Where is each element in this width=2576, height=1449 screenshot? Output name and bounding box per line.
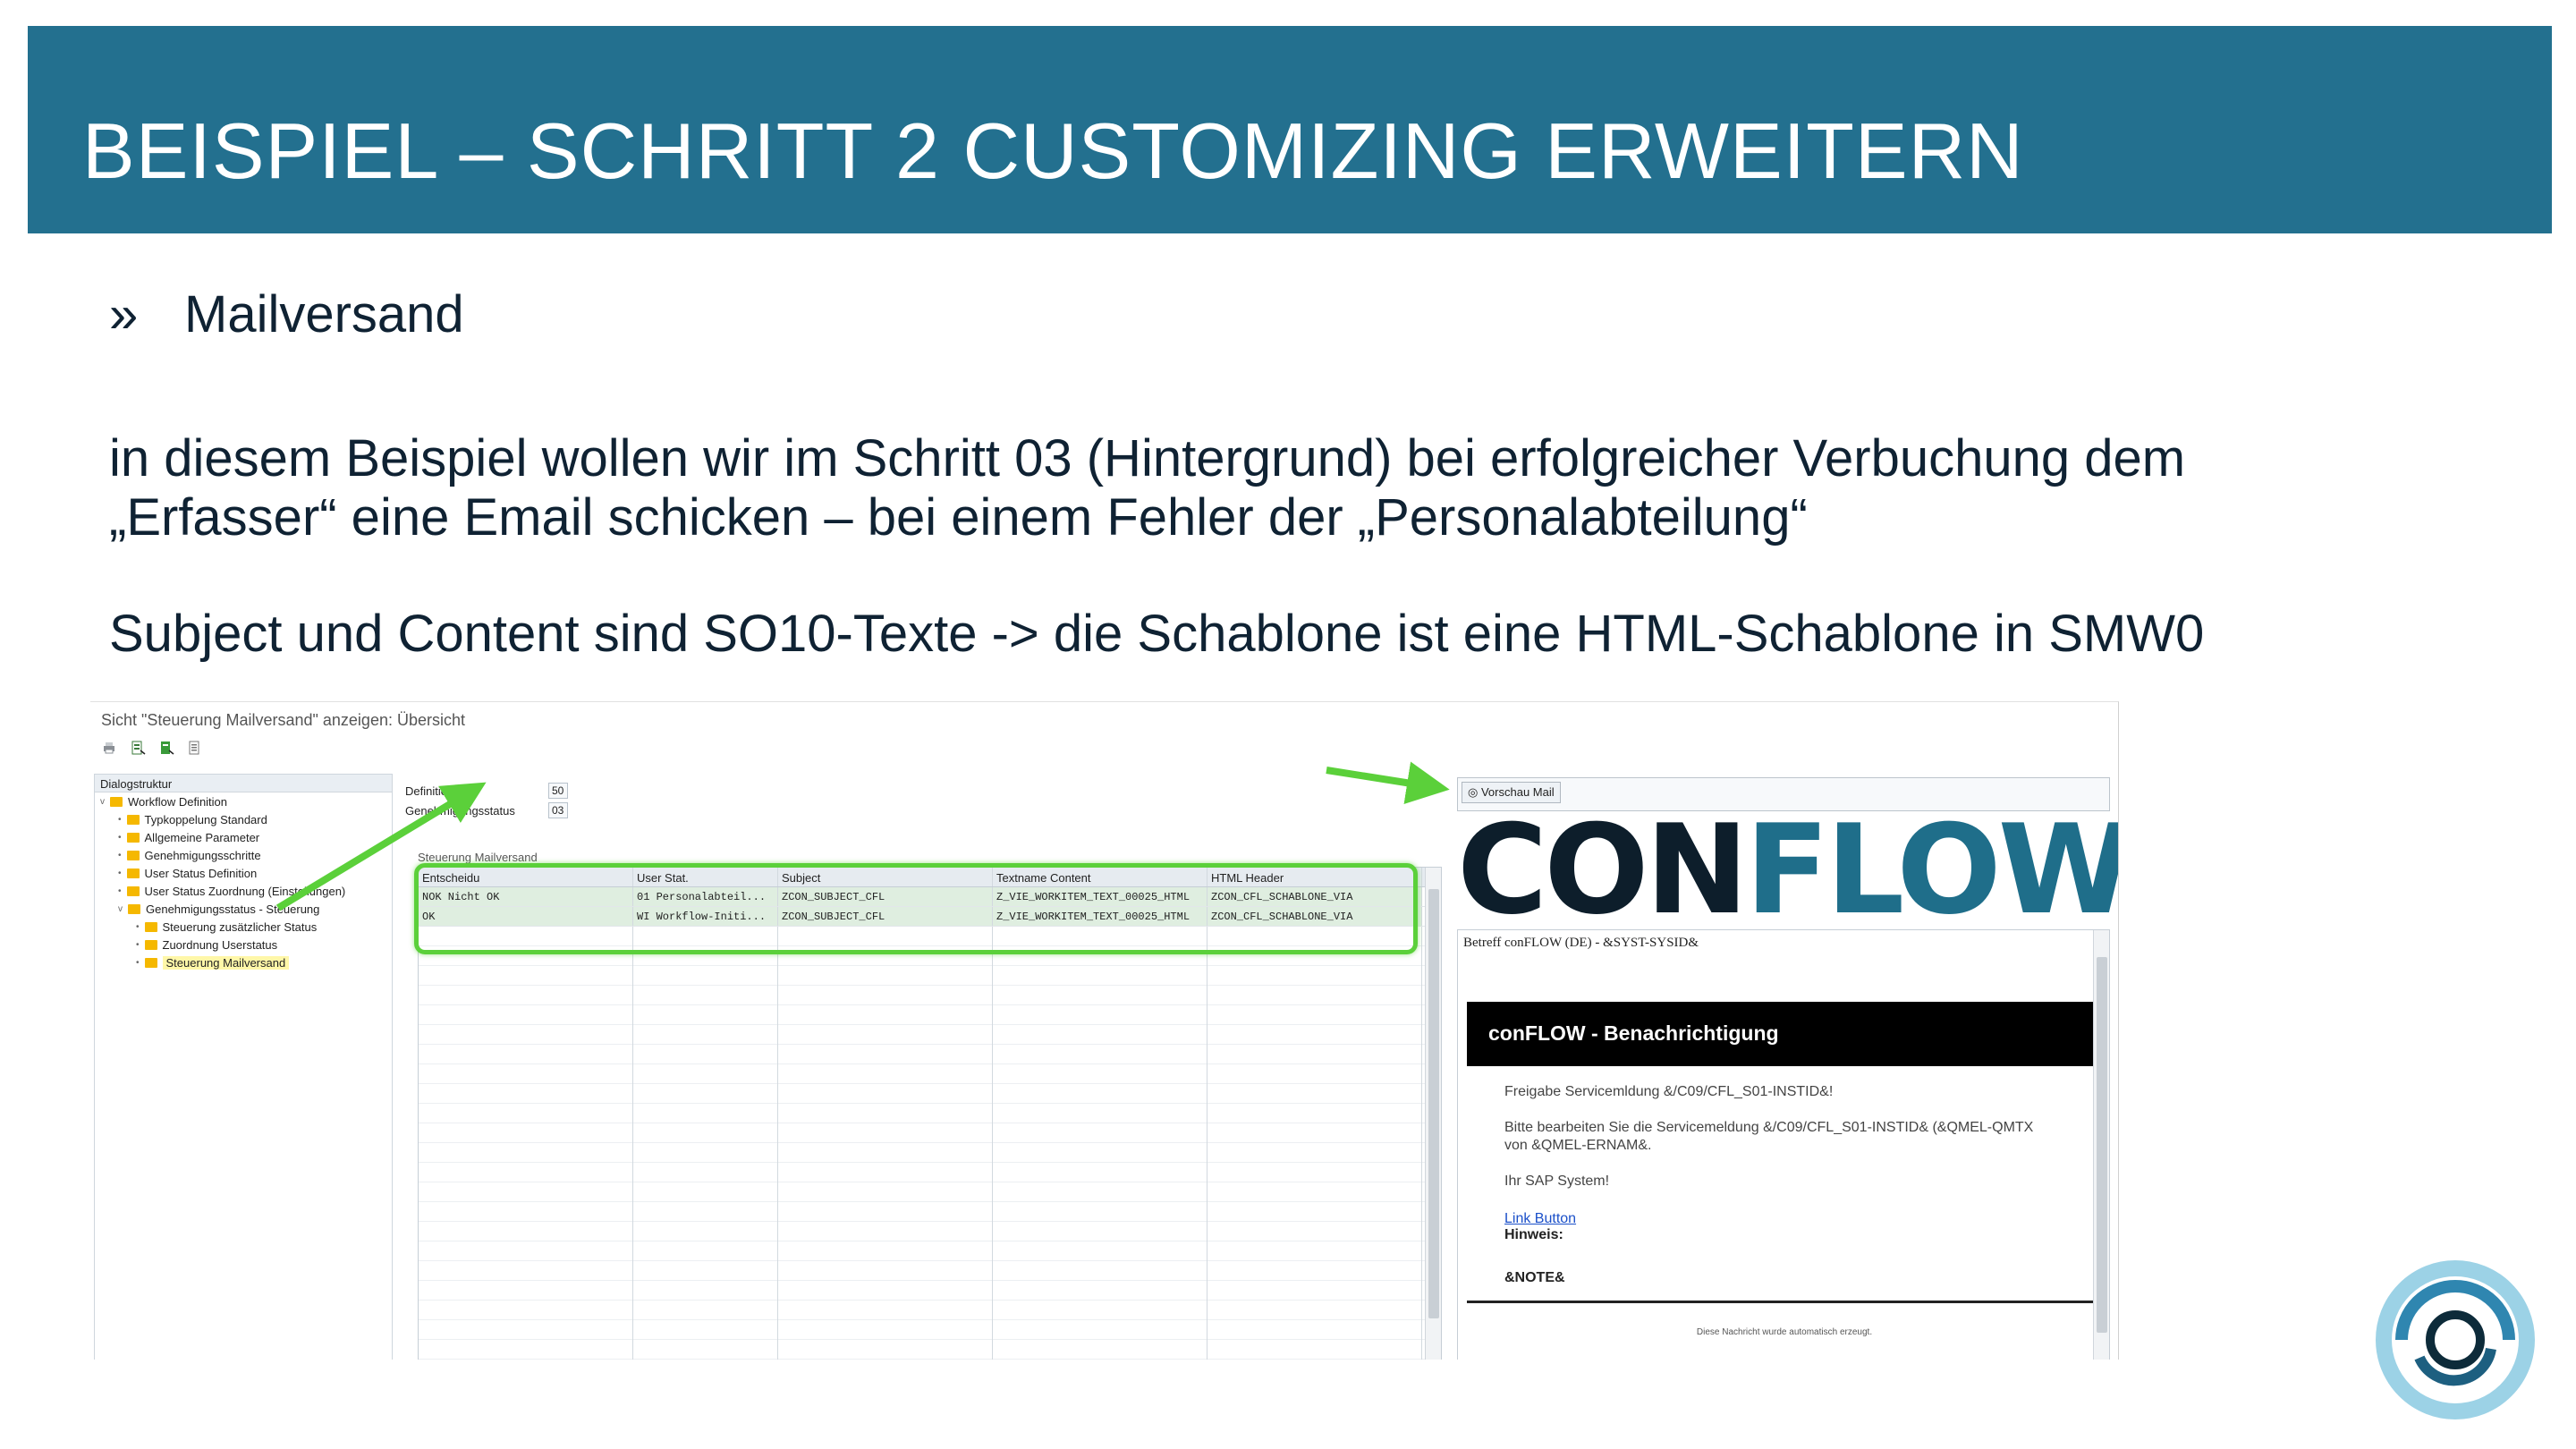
arrow-to-definition	[275, 782, 487, 911]
sap-screenshot: Sicht "Steuerung Mailversand" anzeigen: …	[90, 701, 2119, 1360]
arrow-to-preview	[1326, 761, 1450, 804]
paragraph-1-line-1: in diesem Beispiel wollen wir im Schritt…	[109, 429, 2186, 487]
bullet-mark: »	[109, 285, 139, 343]
annotation-arrows	[275, 761, 1450, 911]
paragraph-1-line-2: „Erfasser“ eine Email schicken – bei ein…	[109, 488, 1808, 547]
bullet-text: Mailversand	[184, 285, 464, 343]
bullet-item: » Mailversand	[109, 284, 464, 344]
paragraph-2: Subject und Content sind SO10-Texte -> d…	[109, 605, 2205, 663]
company-ring-logo	[2376, 1260, 2535, 1419]
slide-title: BEISPIEL – SCHRITT 2 CUSTOMIZING ERWEITE…	[82, 106, 2024, 195]
